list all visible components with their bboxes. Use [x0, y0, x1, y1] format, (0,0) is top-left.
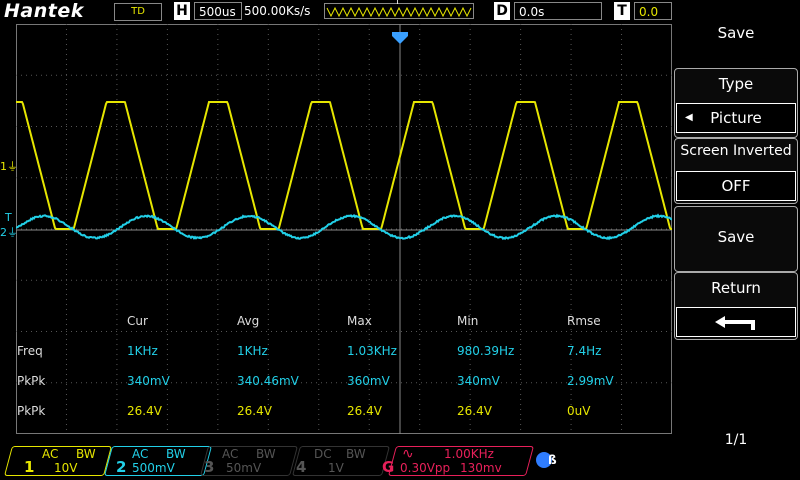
ch3-scale: 50mV: [226, 462, 261, 475]
ch4-coupling: DC: [314, 448, 332, 461]
trigger-position-marker: [392, 32, 408, 44]
bluetooth-icon: ß: [536, 452, 560, 468]
ch2-coupling: AC: [132, 448, 148, 461]
ch2-bw: BW: [166, 448, 186, 461]
return-label: Return: [672, 279, 800, 297]
trigger-level-value[interactable]: 0.0: [634, 2, 672, 20]
sample-rate: 500.00Ks/s: [244, 1, 310, 21]
ch2-offset-marker[interactable]: 2⏚: [0, 224, 18, 240]
delay-label: D: [494, 2, 510, 20]
ch4-scale: 1V: [328, 462, 344, 475]
ch1-trace: [16, 102, 672, 229]
sine-wave-icon: ∿: [402, 446, 414, 462]
generator-label: G: [382, 458, 394, 476]
ch2-trace: [16, 215, 672, 239]
horizontal-label: H: [174, 2, 190, 20]
save-button[interactable]: Save: [672, 228, 800, 246]
ch1-scale: 10V: [54, 462, 77, 475]
ground-icon: ⏚: [7, 226, 18, 239]
trigger-label: T: [614, 2, 630, 20]
memory-waveform-icon: [325, 5, 473, 19]
generator-amplitude: 0.30Vpp: [400, 462, 450, 475]
delay-value[interactable]: 0.0s: [514, 2, 602, 20]
ch3-number: 3: [204, 458, 214, 476]
ch1-bw: BW: [76, 448, 96, 461]
type-label: Type: [672, 75, 800, 93]
brand-logo: Hantek: [4, 0, 84, 22]
timebase-value[interactable]: 500us: [194, 2, 242, 20]
screen-inverted-value[interactable]: OFF: [676, 171, 796, 201]
ch3-coupling: AC: [222, 448, 238, 461]
ch3-bw: BW: [256, 448, 276, 461]
generator-frequency: 1.00KHz: [444, 448, 494, 461]
page-indicator: 1/1: [672, 432, 800, 448]
ch4-number: 4: [296, 458, 306, 476]
return-arrow-icon: [677, 308, 795, 336]
ch2-number: 2: [116, 458, 126, 476]
ground-icon: ⏚: [7, 160, 18, 173]
status-bar: Hantek TD H 500us 500.00Ks/s T D 0.0s T …: [0, 0, 672, 24]
triangle-left-icon: ◀: [685, 104, 693, 132]
ch1-offset-marker[interactable]: 1⏚: [0, 158, 18, 174]
screen-inverted-label: Screen Inverted: [672, 143, 800, 159]
ch1-coupling: AC: [42, 448, 58, 461]
return-button[interactable]: [676, 307, 796, 337]
type-select[interactable]: ◀ Picture: [676, 103, 796, 133]
ch4-bw: BW: [346, 448, 366, 461]
generator-offset: 130mv: [460, 462, 502, 475]
acquire-mode-badge[interactable]: TD: [114, 3, 162, 21]
waveform-display[interactable]: [16, 24, 672, 434]
ch1-number: 1: [24, 458, 34, 476]
trigger-level-marker[interactable]: T: [5, 211, 12, 224]
graticule: [16, 24, 672, 434]
menu-title: Save: [672, 24, 800, 42]
ch2-scale: 500mV: [132, 462, 175, 475]
memory-trigger-marker: T: [395, 0, 400, 6]
